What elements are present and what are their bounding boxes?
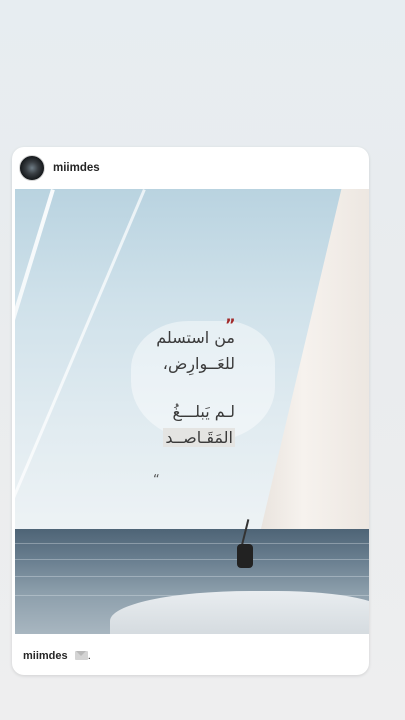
quote-close-mark: “ xyxy=(153,473,160,488)
winch xyxy=(237,544,253,568)
avatar[interactable] xyxy=(19,155,45,181)
post-header: miimdes xyxy=(12,147,369,189)
caption-suffix: . xyxy=(87,650,91,662)
quote-line: من استسلم xyxy=(156,328,235,347)
quote-line-highlighted: المَقَـاصــد xyxy=(163,428,235,447)
quote-text: ” من استسلم للعَــوارِض، لـم يَبلـــغُ ا… xyxy=(125,315,236,488)
post-caption: miimdes . xyxy=(23,650,91,662)
caption-username[interactable]: miimdes xyxy=(23,650,68,662)
envelope-icon xyxy=(74,651,88,660)
post-image[interactable]: ” من استسلم للعَــوارِض، لـم يَبلـــغُ ا… xyxy=(15,189,369,634)
quote-open-mark: ” xyxy=(225,315,236,334)
quote-line: لـم يَبلـــغُ xyxy=(172,402,235,421)
post-card: miimdes ” من استسلم للعَــوارِض، لـم يَب… xyxy=(12,147,369,675)
post-username[interactable]: miimdes xyxy=(53,162,100,174)
quote-line: للعَــوارِض، xyxy=(162,354,235,373)
